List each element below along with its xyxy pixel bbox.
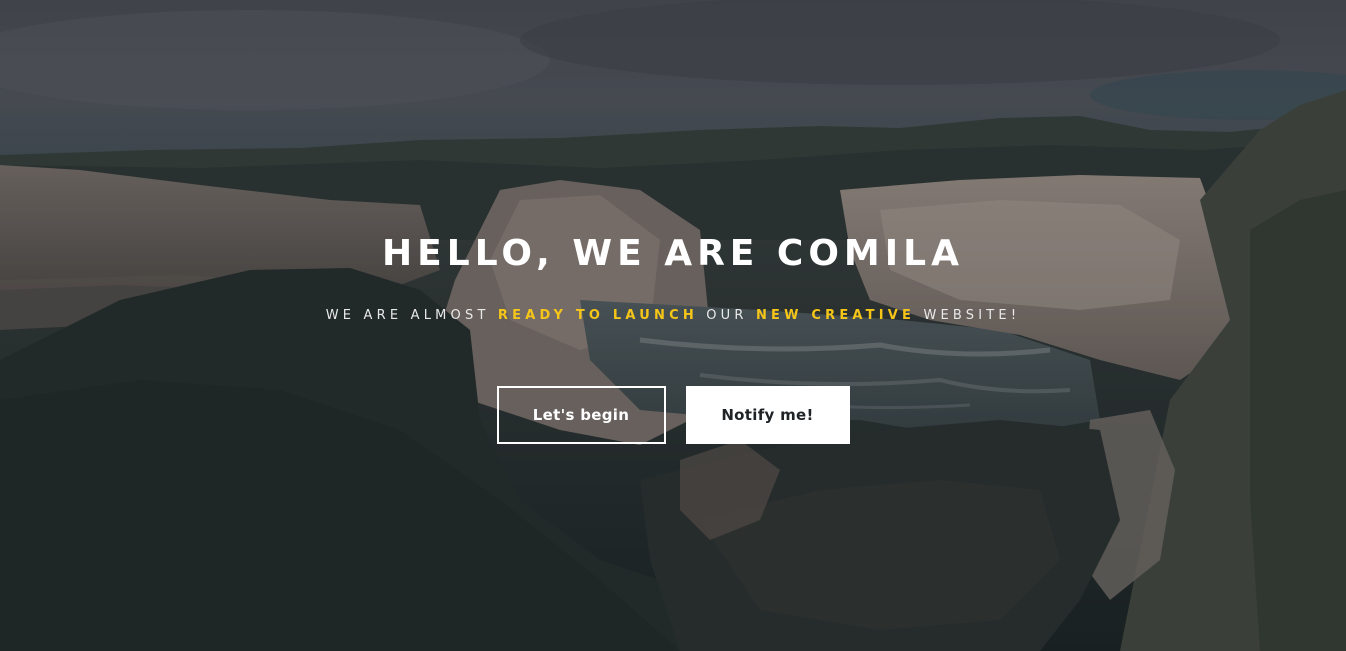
hero-actions: Let's begin Notify me! (0, 386, 1346, 444)
lets-begin-button[interactable]: Let's begin (496, 386, 666, 444)
hero-section: HELLO, WE ARE COMILA WE ARE ALMOST READY… (0, 0, 1346, 651)
tagline-text-3: WEBSITE! (915, 308, 1021, 323)
tagline-highlight-launch: READY TO LAUNCH (497, 308, 698, 323)
hero-content: HELLO, WE ARE COMILA WE ARE ALMOST READY… (0, 228, 1346, 444)
hero-tagline: WE ARE ALMOST READY TO LAUNCH OUR NEW CR… (0, 306, 1346, 326)
page-title: HELLO, WE ARE COMILA (382, 233, 964, 274)
tagline-highlight-creative: NEW CREATIVE (755, 308, 916, 323)
tagline-text-2: OUR (697, 308, 756, 323)
notify-me-button[interactable]: Notify me! (685, 386, 850, 444)
tagline-text-1: WE ARE ALMOST (325, 308, 498, 323)
